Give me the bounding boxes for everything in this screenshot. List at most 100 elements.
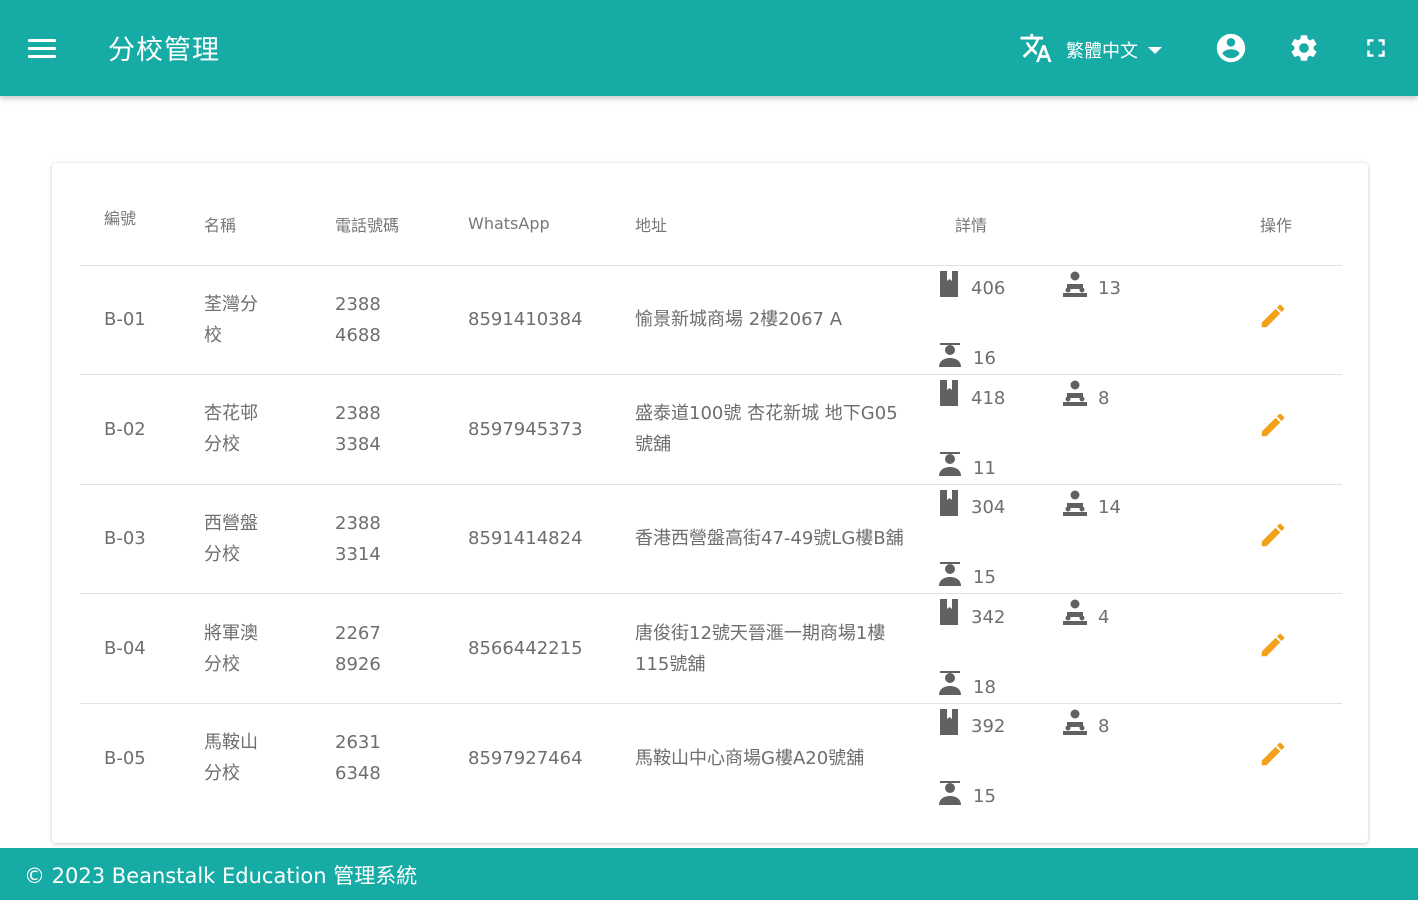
column-header-code[interactable]: 編號 [80, 183, 180, 266]
detail-books-count: 392 [971, 716, 1006, 738]
branch-phone: 2388 3384 [335, 403, 381, 456]
branch-address: 盛泰道100號 杏花新城 地下G05號舖 [635, 403, 898, 456]
book-icon [937, 379, 971, 417]
column-header-address[interactable]: 地址 [611, 183, 931, 266]
detail-groups-count: 8 [1098, 716, 1110, 738]
column-header-name[interactable]: 名稱 [180, 183, 311, 266]
chevron-down-icon [1148, 46, 1162, 54]
group-icon [1062, 489, 1098, 527]
detail-groups: 8 [1062, 379, 1109, 417]
branch-whatsapp: 8591410384 [444, 265, 611, 376]
detail-teachers: 15 [937, 778, 996, 816]
detail-books-count: 304 [971, 497, 1006, 519]
branch-phone-cell: 2388 3384 [311, 374, 444, 485]
detail-groups-count: 8 [1098, 387, 1110, 409]
page-title: 分校管理 [108, 35, 220, 66]
group-icon [1062, 379, 1098, 417]
branch-address-cell: 盛泰道100號 杏花新城 地下G05號舖 [611, 374, 931, 485]
branch-code: B-05 [104, 747, 146, 769]
detail-teachers: 16 [937, 340, 996, 378]
teacher-icon [937, 340, 973, 378]
group-icon [1062, 270, 1098, 308]
branch-address-cell: 馬鞍山中心商場G樓A20號舖 [611, 703, 931, 813]
language-selector[interactable]: 繁體中文 [1018, 32, 1162, 68]
table-row: B-02 杏花邨分校 2388 3384 8597945373 盛泰道100號 杏花新城… [80, 374, 1342, 487]
detail-groups: 8 [1062, 708, 1109, 746]
column-header-whatsapp[interactable]: WhatsApp [444, 183, 611, 266]
detail-books-count: 406 [971, 278, 1006, 299]
footer-text: © 2023 Beanstalk Education 管理系統 [24, 864, 418, 888]
branch-name-cell: 馬鞍山分校 [180, 703, 311, 813]
branch-details: 406 13 16 [931, 265, 1236, 378]
branch-whatsapp: 8591414824 [444, 484, 611, 595]
teacher-icon [937, 449, 973, 487]
pencil-icon[interactable] [1256, 737, 1290, 771]
detail-groups-count: 13 [1098, 278, 1121, 299]
book-icon [937, 270, 971, 308]
branch-phone: 2388 4688 [335, 293, 381, 346]
account-circle-icon[interactable] [1214, 31, 1248, 65]
branch-table-card: 編號 名稱 電話號碼 WhatsApp 地址 詳情 操作 B-01 荃灣分校 238… [52, 163, 1368, 843]
detail-books: 418 [937, 379, 1005, 417]
teacher-icon [937, 668, 973, 706]
settings-icon[interactable] [1287, 31, 1321, 65]
detail-teachers-count: 16 [973, 348, 996, 369]
translate-icon [1018, 31, 1054, 69]
actions-cell [1236, 374, 1342, 485]
branch-name: 杏花邨分校 [204, 403, 258, 456]
branch-code: B-01 [80, 265, 180, 376]
detail-teachers-count: 15 [973, 786, 996, 808]
table-row: B-03 西營盤分校 2388 3314 8591414824 香港西營盤高街47-49… [80, 484, 1342, 597]
branch-whatsapp: 8597945373 [444, 374, 611, 485]
menu-icon[interactable] [26, 36, 58, 62]
detail-groups-count: 14 [1098, 497, 1121, 519]
detail-groups: 14 [1062, 489, 1121, 527]
branch-address: 唐俊街12號天晉滙一期商場1樓115號舖 [635, 622, 886, 675]
column-header-phone[interactable]: 電話號碼 [311, 183, 444, 266]
branch-name: 馬鞍山分校 [204, 732, 258, 785]
column-header-actions: 操作 [1236, 183, 1342, 266]
language-label: 繁體中文 [1066, 41, 1138, 62]
detail-groups: 13 [1062, 270, 1121, 308]
detail-teachers: 18 [937, 668, 996, 706]
detail-books-count: 418 [971, 387, 1006, 409]
branch-table: 編號 名稱 電話號碼 WhatsApp 地址 詳情 操作 B-01 荃灣分校 238… [80, 183, 1342, 813]
detail-teachers: 11 [937, 449, 996, 487]
pencil-icon[interactable] [1256, 408, 1290, 442]
branch-phone-cell: 2388 4688 [311, 265, 444, 376]
group-icon [1062, 598, 1098, 636]
branch-code: B-04 [80, 593, 180, 704]
actions-cell [1236, 265, 1342, 376]
book-icon [937, 489, 971, 527]
detail-books: 342 [937, 598, 1005, 636]
branch-name-cell: 西營盤分校 [180, 484, 311, 595]
detail-teachers-count: 15 [973, 567, 996, 589]
detail-books: 392 [937, 708, 1005, 746]
teacher-icon [937, 559, 973, 597]
detail-groups-count: 4 [1098, 606, 1110, 628]
table-row: B-01 荃灣分校 2388 4688 8591410384 愉景新城商場 2樓2067… [80, 265, 1342, 378]
book-icon [937, 598, 971, 636]
branch-name-cell: 荃灣分校 [180, 265, 311, 376]
footer: © 2023 Beanstalk Education 管理系統 [0, 848, 1418, 900]
branch-address-cell: 愉景新城商場 2樓2067 A [611, 265, 931, 376]
branch-name: 將軍澳分校 [204, 622, 258, 675]
actions-cell [1236, 593, 1342, 704]
teacher-icon [937, 778, 973, 816]
table-row: B-04 將軍澳分校 2267 8926 8566442215 唐俊街12號天晉滙一期商… [80, 593, 1342, 706]
pencil-icon[interactable] [1256, 628, 1290, 662]
detail-teachers: 15 [937, 559, 996, 597]
branch-name: 荃灣分校 [204, 293, 258, 346]
actions-cell [1236, 703, 1342, 813]
branch-phone: 2631 6348 [335, 732, 381, 785]
branch-details: 392 8 15 [931, 703, 1236, 813]
detail-books: 406 [937, 270, 1005, 308]
branch-address: 馬鞍山中心商場G樓A20號舖 [635, 747, 865, 769]
pencil-icon[interactable] [1256, 518, 1290, 552]
pencil-icon[interactable] [1256, 299, 1290, 333]
fullscreen-icon[interactable] [1359, 31, 1393, 65]
actions-cell [1236, 484, 1342, 595]
table-header-row: 編號 名稱 電話號碼 WhatsApp 地址 詳情 操作 [80, 183, 1342, 266]
branch-phone: 2388 3314 [335, 512, 381, 565]
column-header-details: 詳情 [931, 183, 1236, 266]
